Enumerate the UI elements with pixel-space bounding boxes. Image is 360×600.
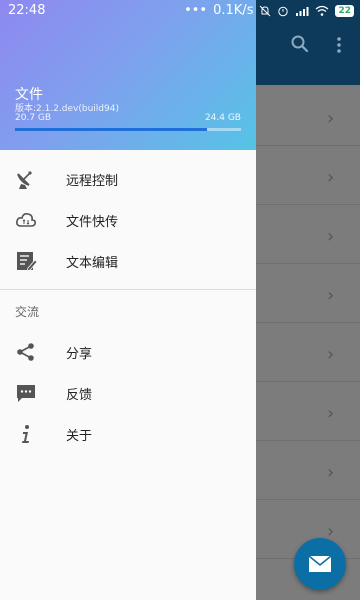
menu-item-share[interactable]: 分享 bbox=[0, 331, 256, 372]
wifi-icon bbox=[316, 5, 329, 16]
mute-bell-icon bbox=[260, 5, 271, 16]
menu-item-feedback[interactable]: 反馈 bbox=[0, 372, 256, 413]
storage-progress-bar bbox=[15, 128, 241, 131]
signal-icon bbox=[296, 6, 309, 16]
menu-label: 反馈 bbox=[66, 388, 93, 403]
menu-label: 分享 bbox=[66, 347, 93, 362]
chevron-right-icon: › bbox=[327, 167, 335, 188]
drawer-menu-communication: 分享 反馈 关于 bbox=[0, 331, 256, 454]
chevron-right-icon: › bbox=[327, 285, 335, 306]
more-options-icon[interactable] bbox=[334, 36, 344, 54]
alarm-icon bbox=[278, 6, 289, 16]
status-time: 22:48 bbox=[8, 3, 46, 18]
share-icon bbox=[17, 343, 34, 361]
menu-label: 关于 bbox=[66, 429, 93, 444]
menu-label: 文本编辑 bbox=[66, 256, 119, 271]
list-item[interactable]: › bbox=[256, 382, 360, 441]
cloud-transfer-icon bbox=[16, 213, 36, 227]
feedback-icon bbox=[17, 385, 35, 402]
info-icon bbox=[22, 425, 29, 443]
list-item[interactable]: › bbox=[256, 146, 360, 205]
menu-label: 文件快传 bbox=[66, 215, 119, 230]
search-icon[interactable] bbox=[290, 34, 310, 54]
storage-progress-fill bbox=[15, 128, 207, 131]
mail-icon bbox=[308, 555, 332, 572]
battery-indicator: 22 bbox=[335, 4, 354, 17]
chevron-right-icon: › bbox=[327, 462, 335, 483]
chevron-right-icon: › bbox=[327, 226, 335, 247]
chevron-right-icon: › bbox=[327, 403, 335, 424]
menu-item-remote-control[interactable]: 远程控制 bbox=[0, 158, 256, 199]
menu-item-about[interactable]: 关于 bbox=[0, 413, 256, 454]
chevron-right-icon: › bbox=[327, 344, 335, 365]
chevron-right-icon: › bbox=[327, 108, 335, 129]
section-label-communication: 交流 bbox=[15, 305, 40, 319]
notification-dots: ••• bbox=[184, 3, 208, 18]
list-item[interactable]: › bbox=[256, 264, 360, 323]
navigation-drawer: 文件 版本:2.1.2.dev(build94) 20.7 GB 24.4 GB… bbox=[0, 0, 256, 600]
satellite-dish-icon bbox=[17, 171, 32, 189]
list-item[interactable]: › bbox=[256, 87, 360, 146]
menu-item-file-transfer[interactable]: 文件快传 bbox=[0, 199, 256, 240]
list-item[interactable]: › bbox=[256, 323, 360, 382]
compose-fab[interactable] bbox=[294, 538, 346, 590]
menu-item-text-editor[interactable]: 文本编辑 bbox=[0, 240, 256, 281]
status-bar: 22:48 ••• 0.1K/s 22 bbox=[0, 0, 360, 24]
list-item[interactable]: › bbox=[256, 205, 360, 264]
edit-document-icon bbox=[17, 252, 37, 272]
drawer-menu-tools: 远程控制 文件快传 文本编辑 bbox=[0, 158, 256, 281]
storage-total: 24.4 GB bbox=[204, 113, 241, 123]
network-speed: 0.1K/s bbox=[213, 3, 254, 18]
list-item[interactable]: › bbox=[256, 441, 360, 500]
storage-used: 20.7 GB bbox=[15, 113, 52, 123]
menu-label: 远程控制 bbox=[66, 174, 119, 189]
menu-divider bbox=[0, 289, 256, 290]
